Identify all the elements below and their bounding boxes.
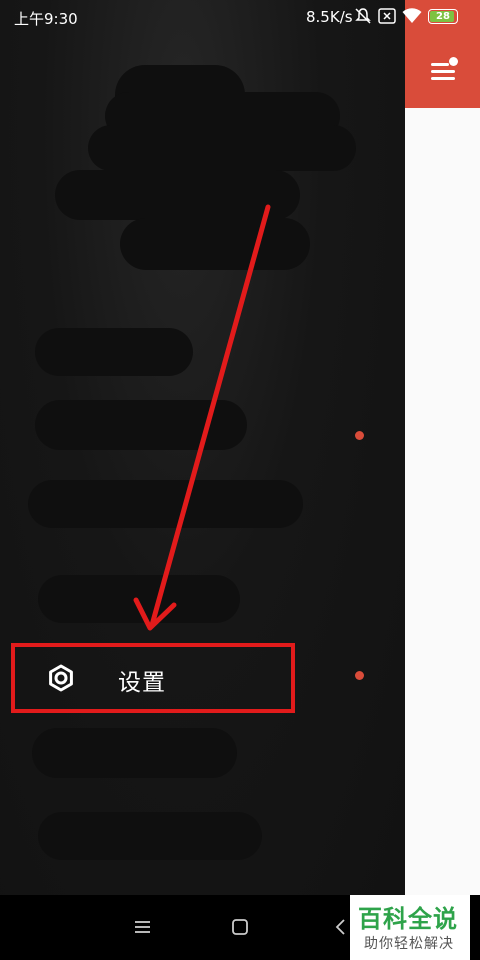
watermark: 百科全说 助你轻松解决 (350, 895, 470, 960)
mute-icon (355, 8, 371, 24)
menu-nav-icon (135, 921, 150, 933)
status-bar: 上午9:30 8.5K/s 28 (0, 0, 480, 34)
sim-x-icon (378, 8, 396, 24)
battery-icon: 28 (428, 8, 458, 24)
network-speed: 8.5K/s (306, 8, 353, 26)
battery-level: 28 (436, 10, 450, 22)
status-time: 上午9:30 (14, 10, 78, 28)
watermark-subtitle: 助你轻松解决 (364, 936, 454, 952)
status-icons: 28 (354, 7, 458, 25)
screen: 设置 上午9:30 8.5K/s 28 (0, 0, 480, 895)
annotation-arrow (133, 204, 271, 631)
watermark-title: 百科全说 (358, 905, 458, 933)
home-icon (232, 919, 248, 935)
wifi-icon (402, 8, 422, 23)
recent-apps-button[interactable] (128, 913, 158, 943)
home-button[interactable] (225, 913, 255, 943)
